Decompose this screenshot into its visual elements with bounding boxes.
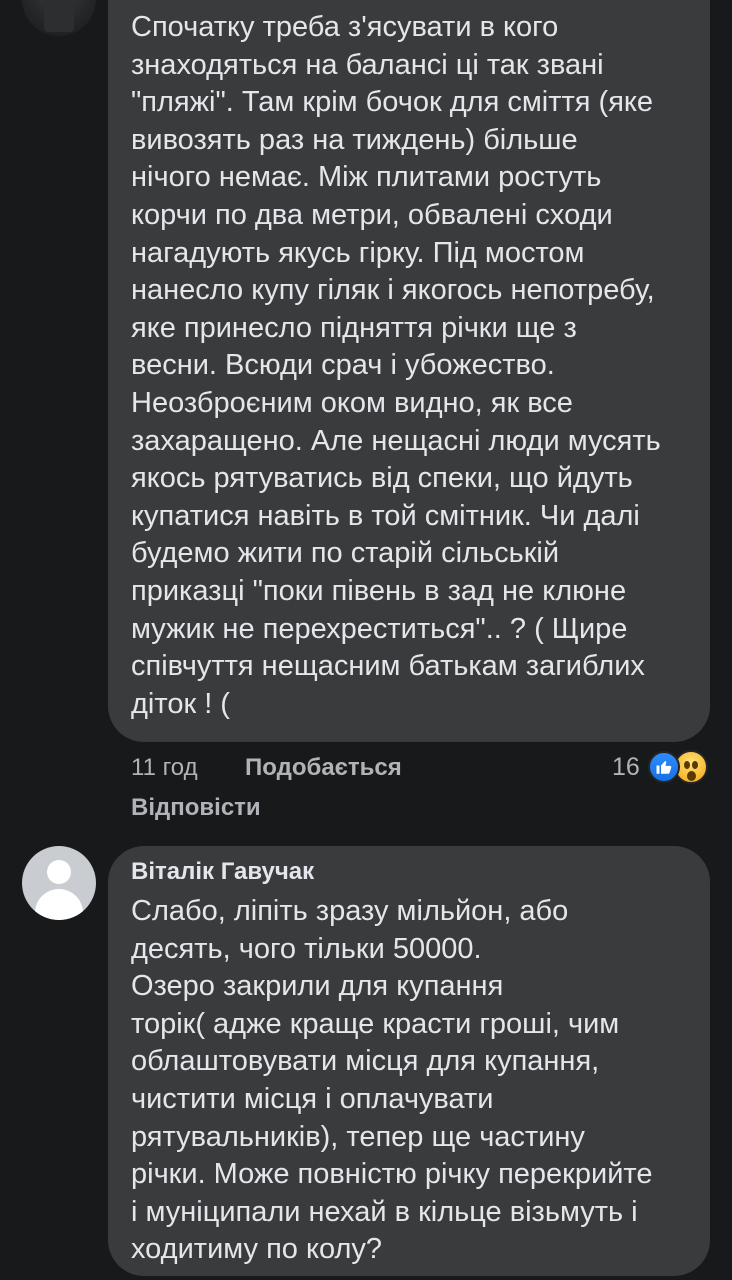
- like-button[interactable]: Подобається: [245, 754, 402, 782]
- avatar-photo: [44, 0, 74, 32]
- like-icon: [647, 751, 680, 783]
- reactions-summary[interactable]: 16: [612, 750, 708, 784]
- commenter-avatar[interactable]: [22, 0, 96, 36]
- comment-timestamp[interactable]: 11 год: [131, 754, 198, 782]
- default-avatar-icon[interactable]: [22, 846, 96, 920]
- reaction-count: 16: [612, 752, 640, 781]
- comment-text: Слабо, ліпіть зразу мільйон, або десять,…: [131, 895, 653, 1266]
- comment-author[interactable]: Віталік Гавучак: [131, 858, 314, 886]
- comment-text: Спочатку треба з'ясувати в кого знаходят…: [131, 11, 661, 720]
- thumbs-up-icon: [656, 761, 672, 774]
- comments-thread: Спочатку треба з'ясувати в кого знаходят…: [0, 0, 732, 1280]
- reply-button[interactable]: Відповісти: [131, 794, 261, 822]
